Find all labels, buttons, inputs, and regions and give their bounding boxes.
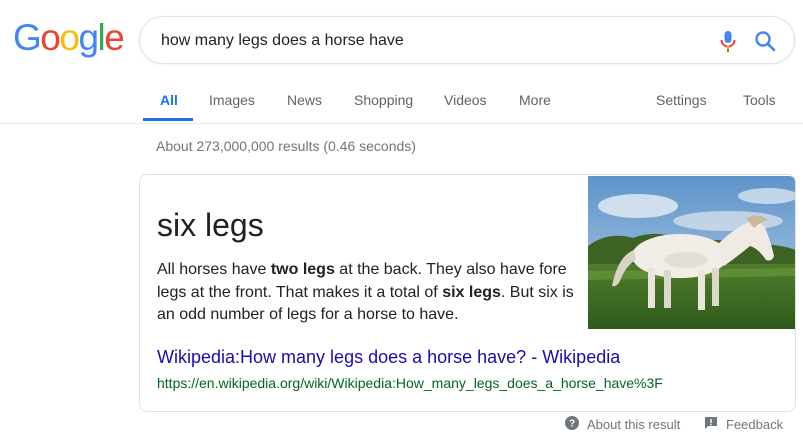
logo-letter: o <box>40 17 61 58</box>
logo-letter: e <box>104 17 125 58</box>
tab-all[interactable]: All <box>160 92 178 108</box>
tab-settings[interactable]: Settings <box>656 92 707 108</box>
search-box <box>139 16 795 64</box>
tab-tools[interactable]: Tools <box>743 92 776 108</box>
tab-videos[interactable]: Videos <box>444 92 487 108</box>
source-url: https://en.wikipedia.org/wiki/Wikipedia:… <box>157 375 663 391</box>
help-icon: ? <box>565 416 579 433</box>
search-icon[interactable] <box>754 30 776 52</box>
active-tab-indicator <box>143 118 193 121</box>
horse-image[interactable] <box>588 176 795 329</box>
tabs-divider <box>0 123 803 124</box>
about-this-result-button[interactable]: ? About this result <box>565 416 680 433</box>
answer-snippet: All horses have two legs at the back. Th… <box>157 259 587 327</box>
snippet-bold-text: six legs <box>442 283 501 301</box>
answer-heading: six legs <box>157 207 264 243</box>
feedback-icon <box>704 416 718 433</box>
logo-letter: o <box>59 17 80 58</box>
tab-more[interactable]: More <box>519 92 551 108</box>
microphone-icon[interactable] <box>718 29 738 53</box>
search-input[interactable] <box>161 29 701 53</box>
logo-letter: G <box>13 17 42 58</box>
svg-text:?: ? <box>569 419 575 430</box>
result-stats: About 273,000,000 results (0.46 seconds) <box>156 138 416 154</box>
about-this-result-label: About this result <box>587 417 681 432</box>
snippet-text: All horses have <box>157 261 271 278</box>
feedback-label: Feedback <box>726 417 784 432</box>
featured-snippet-card: six legs All horses have two legs at the… <box>139 174 796 412</box>
source-link[interactable]: Wikipedia:How many legs does a horse hav… <box>157 347 620 368</box>
tab-images[interactable]: Images <box>209 92 255 108</box>
google-logo[interactable]: Google <box>13 17 125 58</box>
logo-letter: l <box>97 17 106 58</box>
logo-letter: g <box>78 17 99 58</box>
feedback-button[interactable]: Feedback <box>704 416 783 433</box>
search-tabs: All Images News Shopping Videos More Set… <box>0 83 803 123</box>
snippet-bold-text: two legs <box>270 261 335 278</box>
tab-shopping[interactable]: Shopping <box>354 92 413 108</box>
tab-news[interactable]: News <box>287 92 322 108</box>
